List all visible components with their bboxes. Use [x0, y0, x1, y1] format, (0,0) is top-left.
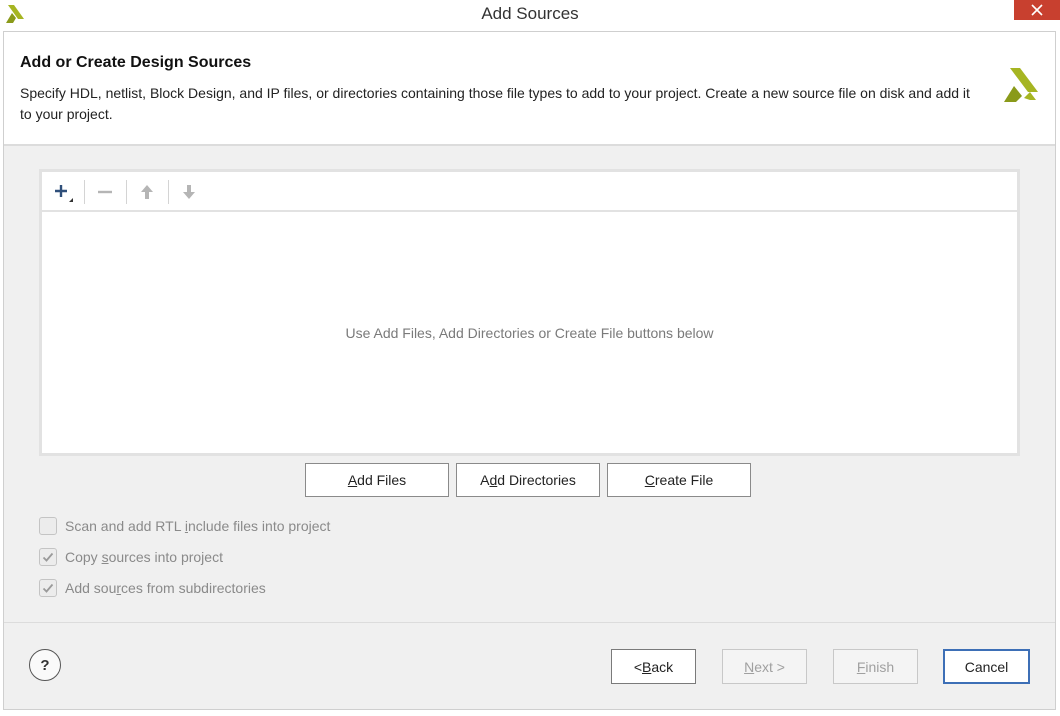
toolbar-separator — [168, 180, 169, 204]
page-description: Specify HDL, netlist, Block Design, and … — [20, 85, 970, 122]
page-title: Add or Create Design Sources — [20, 54, 252, 71]
toolbar-separator — [84, 180, 85, 204]
add-subdirectories-checkbox[interactable] — [39, 579, 57, 597]
add-files-button[interactable]: Add Files — [305, 463, 449, 497]
scan-rtl-include-option[interactable]: Scan and add RTL include files into proj… — [39, 515, 330, 537]
scan-rtl-include-checkbox[interactable] — [39, 517, 57, 535]
option-label: Scan and add RTL include files into proj… — [65, 518, 331, 534]
window-title: Add Sources — [481, 4, 579, 23]
close-button[interactable] — [1014, 0, 1060, 20]
move-down-button[interactable] — [174, 178, 204, 206]
move-up-icon — [141, 185, 153, 199]
xilinx-logo-icon — [1004, 68, 1038, 102]
option-label: Add sources from subdirectories — [65, 580, 266, 596]
move-down-icon — [183, 185, 195, 199]
add-directories-button[interactable]: Add Directories — [456, 463, 600, 497]
add-button[interactable] — [48, 178, 78, 206]
file-list-toolbar — [42, 172, 1017, 212]
remove-icon — [98, 190, 112, 194]
close-icon — [1031, 4, 1043, 16]
empty-list-message: Use Add Files, Add Directories or Create… — [345, 324, 714, 341]
back-button[interactable]: < Back — [611, 649, 696, 684]
help-icon: ? — [40, 656, 50, 674]
create-file-button[interactable]: Create File — [607, 463, 751, 497]
title-bar: Add Sources — [0, 0, 1060, 30]
checkmark-icon — [42, 583, 54, 593]
add-icon — [55, 185, 73, 202]
add-subdirectories-option[interactable]: Add sources from subdirectories — [39, 577, 266, 599]
remove-button[interactable] — [90, 178, 120, 206]
option-label: Copy sources into project — [65, 549, 223, 565]
toolbar-separator — [126, 180, 127, 204]
next-button[interactable]: Next > — [722, 649, 807, 684]
cancel-button[interactable]: Cancel — [943, 649, 1030, 684]
finish-button[interactable]: Finish — [833, 649, 918, 684]
copy-sources-checkbox[interactable] — [39, 548, 57, 566]
source-file-list[interactable]: Use Add Files, Add Directories or Create… — [39, 169, 1020, 456]
checkmark-icon — [42, 552, 54, 562]
move-up-button[interactable] — [132, 178, 162, 206]
help-button[interactable]: ? — [29, 649, 61, 681]
wizard-header: Add or Create Design Sources Specify HDL… — [4, 32, 1055, 146]
footer-divider — [4, 622, 1055, 623]
copy-sources-option[interactable]: Copy sources into project — [39, 546, 223, 568]
dialog-body: Add or Create Design Sources Specify HDL… — [3, 31, 1056, 710]
